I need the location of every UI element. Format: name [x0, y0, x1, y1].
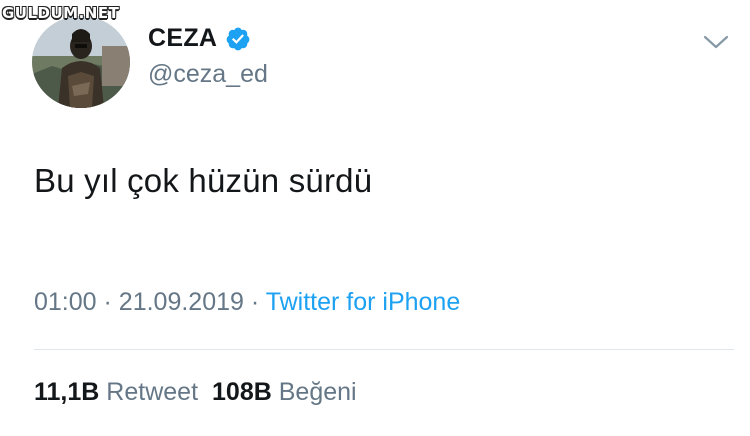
verified-badge-icon: [225, 26, 251, 52]
meta-separator: ·: [103, 288, 112, 316]
avatar[interactable]: [32, 16, 130, 108]
tweet-time[interactable]: 01:00: [34, 288, 97, 316]
retweets-label: Retweet: [106, 378, 199, 406]
likes-count: 108B: [212, 378, 272, 406]
tweet-source-link[interactable]: Twitter for iPhone: [266, 288, 461, 316]
likes-stat[interactable]: 108B Beğeni: [212, 378, 357, 406]
watermark-logo: GULDUM.NET: [2, 4, 120, 22]
tweet-card: GULDUM.NET CEZA @ceza_ed Bu yıl çok hüzü…: [0, 0, 750, 436]
meta-separator: ·: [250, 288, 260, 316]
author-display-name[interactable]: CEZA: [148, 24, 217, 53]
author-name-row[interactable]: CEZA: [148, 24, 251, 53]
likes-label: Beğeni: [278, 378, 357, 406]
retweets-count: 11,1B: [34, 378, 100, 406]
avatar-photo: [32, 16, 130, 108]
author-handle[interactable]: @ceza_ed: [148, 60, 268, 89]
chevron-down-icon[interactable]: [702, 32, 730, 52]
tweet-meta: 01:00 · 21.09.2019 · Twitter for iPhone: [34, 288, 460, 317]
tweet-date[interactable]: 21.09.2019: [119, 288, 244, 316]
divider: [34, 349, 734, 350]
tweet-stats: 11,1B Retweet 108B Beğeni: [34, 378, 371, 407]
tweet-text: Bu yıl çok hüzün sürdü: [34, 162, 373, 199]
retweets-stat[interactable]: 11,1B Retweet: [34, 378, 198, 406]
